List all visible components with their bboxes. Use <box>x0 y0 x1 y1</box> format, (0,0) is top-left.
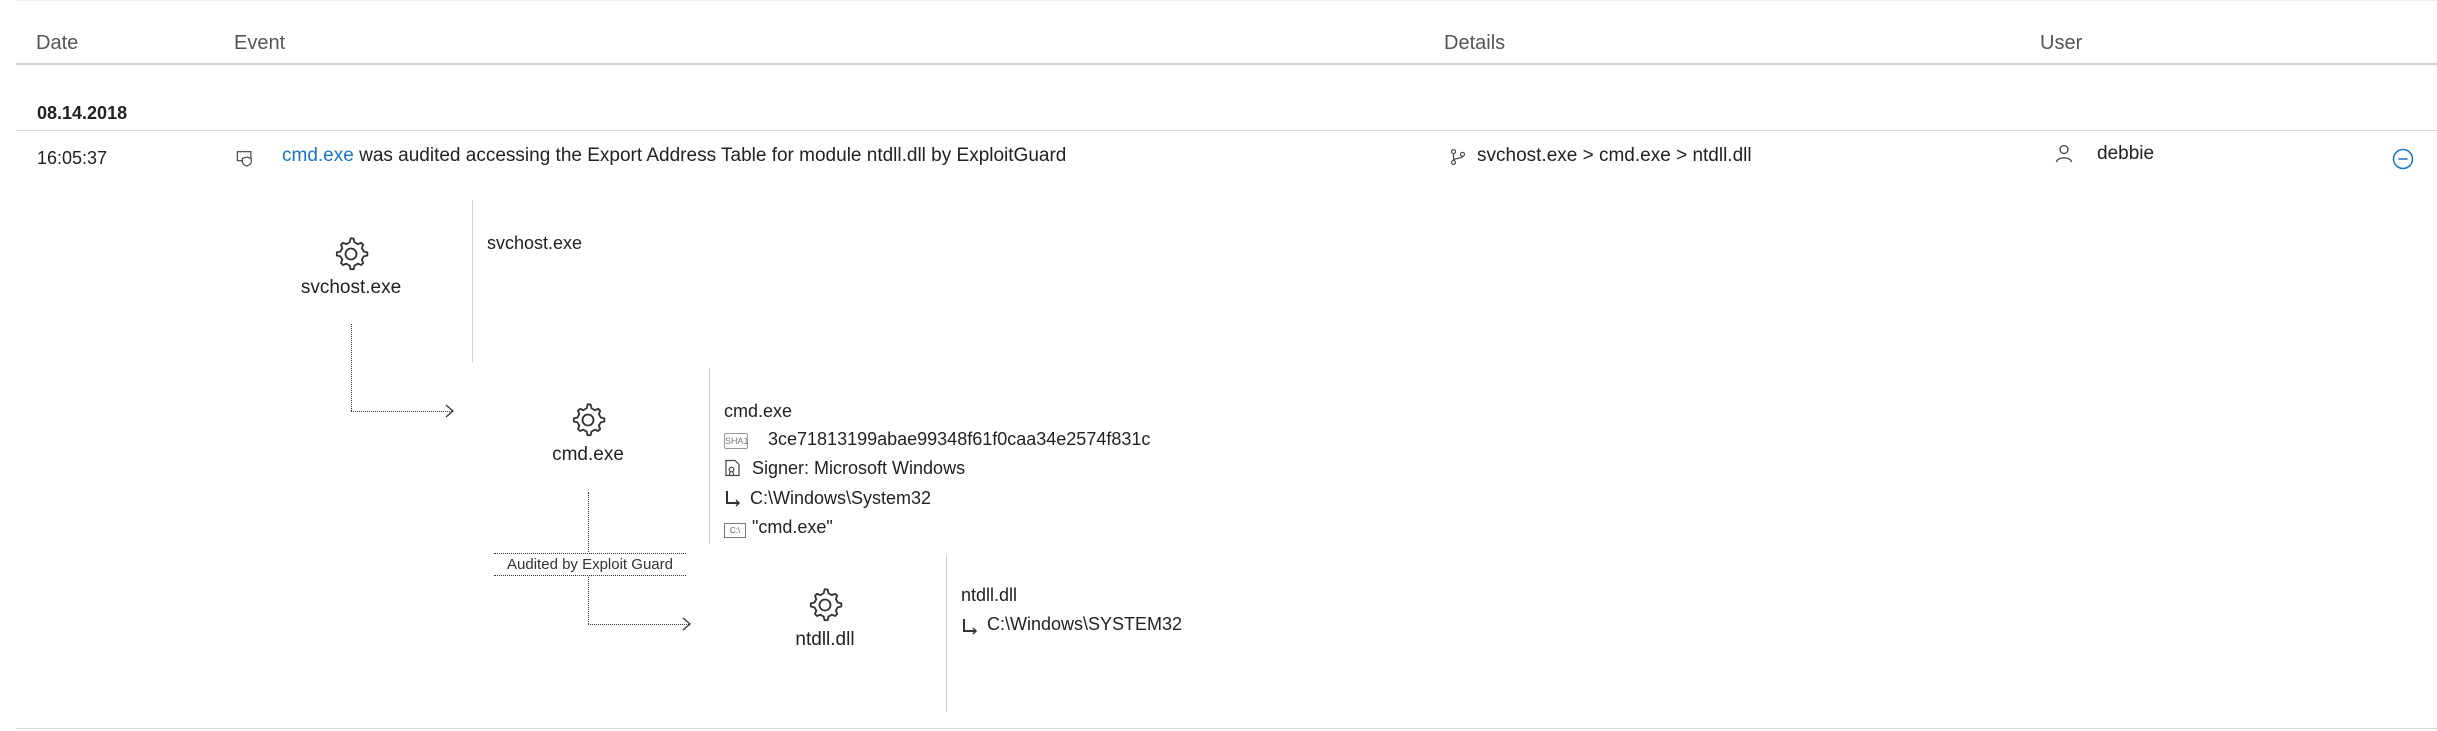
header-divider <box>16 63 2437 65</box>
person-icon <box>2055 144 2073 163</box>
user-link[interactable]: debbie <box>2097 143 2154 165</box>
edge-label: Audited by Exploit Guard <box>494 553 686 576</box>
sha1-hash-link[interactable]: 3ce71813199abae99348f61f0caa34e2574f831c <box>768 429 1150 450</box>
process-path: C:\Windows\System32 <box>750 488 932 508</box>
gear-icon <box>809 588 843 622</box>
arrow-right-icon <box>682 617 691 631</box>
process-node-label: svchost.exe <box>300 277 402 298</box>
audit-shield-icon <box>236 151 252 167</box>
column-header-event[interactable]: Event <box>234 32 285 55</box>
sha1-icon: SHA1 <box>724 433 749 449</box>
signer-text: Signer: Microsoft Windows <box>752 458 966 478</box>
process-info-title: svchost.exe <box>487 233 583 253</box>
details-process-chain: svchost.exe > cmd.exe > ntdll.dll <box>1477 145 1752 166</box>
module-path: C:\Windows\SYSTEM32 <box>987 614 1183 634</box>
event-process-link[interactable]: cmd.exe <box>282 145 354 166</box>
event-description: cmd.exe was audited accessing the Export… <box>282 145 1066 167</box>
process-node-label: ntdll.dll <box>795 629 855 650</box>
arrow-right-icon <box>445 404 454 418</box>
gear-icon <box>572 403 606 437</box>
process-info-title: cmd.exe <box>724 401 793 421</box>
group-date: 08.14.2018 <box>37 103 128 123</box>
gear-icon <box>335 237 369 271</box>
process-tree-icon <box>1450 149 1466 165</box>
info-divider <box>709 368 710 544</box>
process-info-title: ntdll.dll <box>961 585 1018 605</box>
top-divider <box>16 0 2437 1</box>
tree-connector <box>351 411 452 412</box>
event-text: was audited accessing the Export Address… <box>353 145 1067 166</box>
bottom-divider <box>16 728 2437 729</box>
folder-path-icon <box>963 619 978 635</box>
group-divider <box>16 130 2437 131</box>
column-header-user[interactable]: User <box>2040 32 2082 55</box>
minus-circle-icon[interactable] <box>2392 148 2414 170</box>
certificate-icon <box>725 459 740 477</box>
info-divider <box>946 555 947 712</box>
info-divider <box>472 200 473 362</box>
process-node-label: cmd.exe <box>552 444 624 465</box>
column-header-date[interactable]: Date <box>36 32 78 55</box>
command-line-text: "cmd.exe" <box>752 517 833 537</box>
column-header-details[interactable]: Details <box>1444 32 1505 55</box>
event-time: 16:05:37 <box>37 148 108 168</box>
command-line-icon: C:\ <box>724 523 746 538</box>
tree-connector <box>588 624 689 625</box>
folder-path-icon <box>726 491 741 507</box>
tree-connector <box>351 324 352 411</box>
